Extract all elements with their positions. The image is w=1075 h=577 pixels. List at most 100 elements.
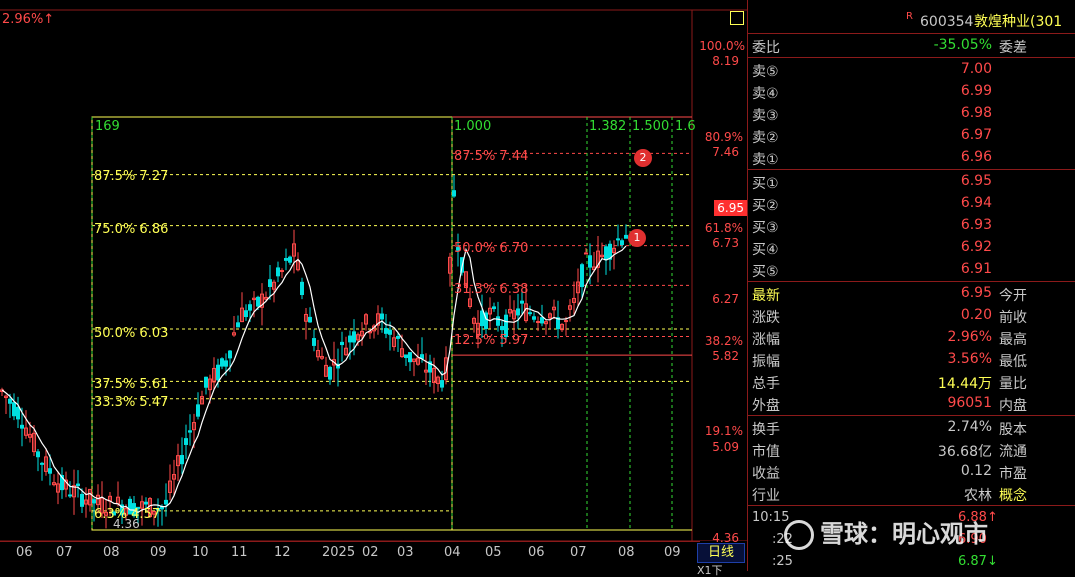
marker-2[interactable]: 2 [634, 149, 652, 167]
bid-row[interactable]: 买④ 6.92 [748, 236, 1075, 258]
month-label: 09 [150, 545, 167, 560]
stat-row[interactable]: 行业 农林 概念 [748, 482, 1075, 504]
axis-pct-label: 100.0% [699, 39, 745, 53]
stat-right-label: 股本 [999, 422, 1027, 438]
bid-label: 买② [752, 198, 779, 214]
stat-row: 最新 6.95 今开 [748, 282, 1075, 304]
candle-body [20, 424, 24, 429]
candle-body [164, 499, 168, 505]
r-mark: R [906, 11, 913, 22]
weibi-value: -35.05% [933, 37, 992, 53]
axis-price-label: 6.73 [712, 236, 739, 250]
stat-label: 收益 [752, 466, 780, 482]
bid-price: 6.91 [960, 261, 992, 277]
candle-body [340, 341, 344, 346]
ask-price: 6.96 [960, 149, 992, 165]
period-button[interactable]: 日线 [697, 543, 745, 563]
candle-body [532, 316, 536, 320]
bid-label: 买④ [752, 242, 779, 258]
watermark-text: 雪球：明心观市 [820, 520, 988, 548]
candle-body [540, 317, 544, 324]
candle-body [384, 328, 388, 334]
bid-row[interactable]: 买① 6.95 [748, 170, 1075, 192]
month-label: 02 [362, 545, 379, 560]
stat-right-label: 量比 [999, 376, 1027, 392]
weicha-label: 委差 [999, 40, 1027, 56]
candle-body [440, 380, 444, 388]
fib-right-top-label: 1.382 [589, 119, 627, 134]
top-change-label: 2.96%↑ [2, 12, 55, 27]
bid-price: 6.92 [960, 239, 992, 255]
stat-right-label: 市盈 [999, 466, 1027, 482]
candle-body [76, 483, 80, 487]
axis-box-icon[interactable] [730, 11, 744, 25]
month-label: 12 [274, 545, 291, 560]
ask-row[interactable]: 卖② 6.97 [748, 124, 1075, 146]
stat-row: 振幅 3.56% 最低 [748, 348, 1075, 370]
axis-price-label: 5.09 [712, 440, 739, 454]
time-axis: 06 07 08 09 10 11 12 2025 02 03 04 05 06… [0, 541, 747, 576]
bid-label: 买⑤ [752, 264, 779, 280]
month-label: 2025 [322, 545, 356, 560]
month-label: 11 [231, 545, 248, 560]
axis-price-label: 5.82 [712, 349, 739, 363]
candle-body [536, 321, 540, 324]
fib-left-level: 33.3% 5.47 [94, 395, 169, 410]
ask-row[interactable]: 卖③ 6.98 [748, 102, 1075, 124]
stat-value: 3.56% [947, 351, 992, 367]
candle-body [220, 358, 224, 367]
candle-body [16, 406, 20, 420]
fib-right-level: 87.5% 7.44 [454, 149, 529, 164]
candle-body [68, 494, 72, 497]
bid-row[interactable]: 买③ 6.93 [748, 214, 1075, 236]
stat-value: 14.44万 [937, 376, 992, 392]
fib-right-level: 50.0% 6.70 [454, 241, 529, 256]
stat-label: 换手 [752, 422, 780, 438]
ask-label: 卖⑤ [752, 64, 779, 80]
month-label: 07 [56, 545, 73, 560]
stat-label: 涨跌 [752, 310, 780, 326]
ask-row[interactable]: 卖⑤ 7.00 [748, 58, 1075, 80]
bid-row[interactable]: 买② 6.94 [748, 192, 1075, 214]
kline-chart[interactable] [0, 0, 747, 541]
candle-body [280, 270, 284, 273]
ask-price: 6.99 [960, 83, 992, 99]
low-price-label: 4.36 [113, 517, 140, 531]
marker-1[interactable]: 1 [628, 229, 646, 247]
ask-row[interactable]: 卖① 6.96 [748, 146, 1075, 168]
candle-body [352, 331, 356, 343]
candle-body [228, 350, 232, 359]
candle-body [268, 279, 272, 287]
bid-price: 6.95 [960, 173, 992, 189]
ask-row[interactable]: 卖④ 6.99 [748, 80, 1075, 102]
fib-left-level: 75.0% 6.86 [94, 222, 169, 237]
stat-value: 2.74% [947, 419, 992, 435]
axis-pct-label: 19.1% [704, 424, 743, 438]
candle-body [236, 322, 240, 328]
axis-pct-label: 61.8% [704, 221, 743, 235]
candle-body [396, 335, 400, 339]
quote-panel: R 600354 敦煌种业(301 委比 -35.05% 委差 卖⑤ 7.00 卖… [747, 0, 1075, 571]
candle-body [80, 493, 84, 507]
candle-body [204, 376, 208, 388]
candle-body [480, 310, 484, 327]
candle-body [184, 438, 188, 445]
tick-price: 6.87↓ [958, 554, 998, 569]
month-label: 10 [192, 545, 209, 560]
stat-label: 振幅 [752, 354, 780, 370]
ask-price: 6.98 [960, 105, 992, 121]
candle-body [500, 326, 504, 331]
stat-value: 96051 [947, 395, 992, 411]
fib-right-top-label: 1.500 [632, 119, 670, 134]
month-label: 07 [570, 545, 587, 560]
candle-body [188, 430, 192, 433]
stat-right-label: 今开 [999, 288, 1027, 304]
candle-body [8, 398, 12, 404]
candle-body [244, 310, 248, 318]
ask-price: 6.97 [960, 127, 992, 143]
stat-label: 行业 [752, 488, 780, 504]
stat-right-label: 前收 [999, 310, 1027, 326]
stat-row: 涨跌 0.20 前收 [748, 304, 1075, 326]
bid-row[interactable]: 买⑤ 6.91 [748, 258, 1075, 280]
candle-body [520, 300, 524, 304]
